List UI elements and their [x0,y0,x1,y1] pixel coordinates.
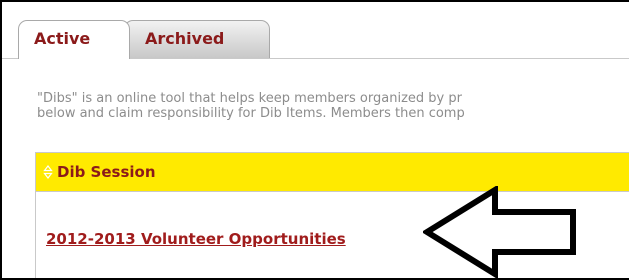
intro-description: "Dibs" is an online tool that helps keep… [37,91,629,121]
tab-bar: Active Archived [2,2,629,59]
dib-session-link[interactable]: 2012-2013 Volunteer Opportunities [46,230,346,248]
description-line-1: "Dibs" is an online tool that helps keep… [37,91,462,106]
tab-archived-label: Archived [145,29,225,48]
tab-active[interactable]: Active [18,20,130,59]
tab-archived[interactable]: Archived [124,20,270,58]
sort-icon[interactable] [43,164,53,180]
page-frame: Active Archived "Dibs" is an online tool… [0,0,629,280]
description-line-2: below and claim responsibility for Dib I… [37,106,465,121]
column-header-dib-session[interactable]: Dib Session [57,163,156,181]
tab-active-label: Active [34,29,91,48]
arrow-left-outline-icon [423,186,576,278]
